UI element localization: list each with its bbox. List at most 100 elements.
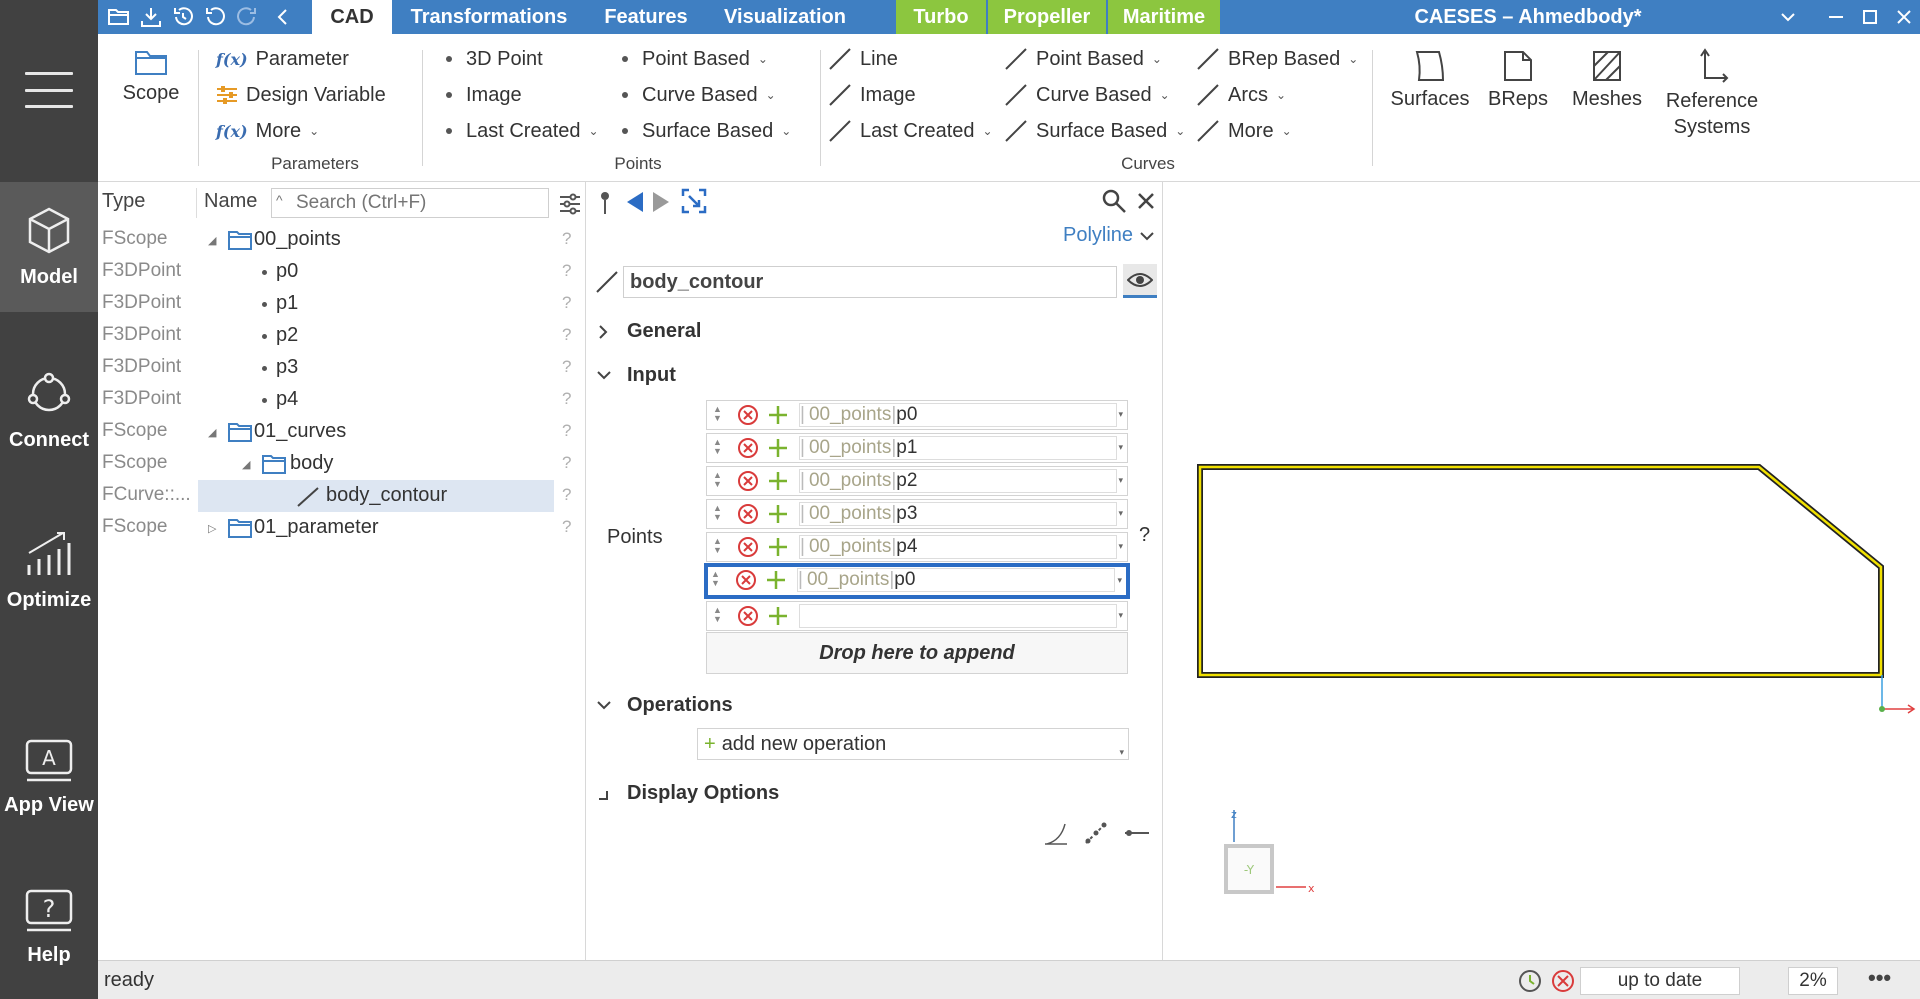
design-variable-button[interactable]: Design Variable: [216, 80, 386, 110]
point-reference-field[interactable]: | 00_points|p0: [799, 403, 1117, 427]
viewport-canvas[interactable]: z -Y x: [1164, 182, 1920, 960]
section-input[interactable]: Input: [595, 364, 676, 387]
sidebar-item-help[interactable]: ? Help: [0, 862, 98, 992]
reorder-handle-icon[interactable]: ▲ ▼: [713, 438, 722, 456]
reorder-handle-icon[interactable]: ▲ ▼: [713, 537, 722, 555]
tab-turbo[interactable]: Turbo: [896, 0, 986, 34]
object-name-field[interactable]: body_contour: [623, 266, 1117, 298]
curve-arcs-button[interactable]: Arcs ⌄: [1196, 80, 1286, 110]
breps-button[interactable]: BReps: [1480, 48, 1556, 111]
point-list-item-empty[interactable]: ▲ ▼ ▾: [706, 601, 1128, 631]
curve-curve-based-button[interactable]: Curve Based ⌄: [1004, 80, 1170, 110]
reorder-handle-icon[interactable]: ▲ ▼: [711, 570, 720, 588]
section-display-options[interactable]: Display Options: [595, 782, 779, 805]
expand-triangle-icon[interactable]: ◢: [208, 234, 216, 247]
tree-row[interactable]: FScope ▷ 01_parameter ?: [98, 512, 586, 544]
point-reference-field[interactable]: | 00_points|p0: [797, 568, 1115, 592]
add-operation-dropdown[interactable]: + add new operation ▾: [697, 728, 1129, 760]
update-clock-icon[interactable]: [1516, 967, 1544, 995]
expand-triangle-icon[interactable]: ◢: [208, 426, 216, 439]
filter-settings-icon[interactable]: [558, 192, 582, 216]
section-general[interactable]: General: [595, 320, 701, 343]
curve-point-based-button[interactable]: Point Based ⌄: [1004, 44, 1162, 74]
remove-icon[interactable]: [737, 437, 759, 459]
tree-row-selected[interactable]: FCurve::... body_contour ?: [98, 480, 586, 512]
point-curve-based-button[interactable]: Curve Based ⌄: [622, 80, 776, 110]
tree-row[interactable]: F3DPoint p1 ?: [98, 288, 586, 320]
curve-brep-based-button[interactable]: BRep Based ⌄: [1196, 44, 1358, 74]
add-icon[interactable]: [767, 503, 789, 525]
close-icon[interactable]: [1137, 192, 1155, 210]
point-list-item[interactable]: ▲ ▼ | 00_points|p3 ▾: [706, 499, 1128, 529]
point-list-item[interactable]: ▲ ▼ | 00_points|p2 ▾: [706, 466, 1128, 496]
point-list-item-selected[interactable]: ▲ ▼ | 00_points|p0 ▾: [704, 563, 1130, 599]
curve-more-button[interactable]: More ⌄: [1196, 116, 1292, 146]
pin-icon[interactable]: [597, 190, 613, 216]
help-icon[interactable]: ?: [562, 517, 571, 537]
point-reference-field[interactable]: | 00_points|p3: [799, 502, 1117, 526]
section-operations[interactable]: Operations: [595, 694, 733, 717]
tree-row[interactable]: F3DPoint p3 ?: [98, 352, 586, 384]
reorder-handle-icon[interactable]: ▲ ▼: [713, 606, 722, 624]
curvature-icon[interactable]: [1043, 820, 1069, 846]
direction-arrow-icon[interactable]: [1123, 822, 1151, 844]
dropdown-arrow-icon[interactable]: ▾: [1117, 575, 1122, 586]
back-icon[interactable]: [270, 4, 296, 30]
points-help-icon[interactable]: ?: [1139, 524, 1150, 547]
focus-select-icon[interactable]: [681, 188, 707, 214]
sidebar-item-optimize[interactable]: Optimize: [0, 505, 98, 635]
tree-row[interactable]: FScope ◢ 00_points ?: [98, 224, 586, 256]
curve-image-button[interactable]: Image: [828, 80, 916, 110]
add-icon[interactable]: [767, 536, 789, 558]
view-cube[interactable]: z -Y x: [1224, 808, 1315, 895]
column-header-name[interactable]: Name: [204, 190, 257, 213]
point-last-created-button[interactable]: Last Created ⌄: [446, 116, 599, 146]
tree-row[interactable]: F3DPoint p4 ?: [98, 384, 586, 416]
help-icon[interactable]: ?: [562, 261, 571, 281]
tab-maritime[interactable]: Maritime: [1108, 0, 1220, 34]
help-icon[interactable]: ?: [562, 389, 571, 409]
sidebar-item-connect[interactable]: Connect: [0, 345, 98, 475]
redo-icon[interactable]: [234, 4, 260, 30]
scope-button[interactable]: Scope: [118, 48, 184, 105]
add-icon[interactable]: [767, 437, 789, 459]
meshes-button[interactable]: Meshes: [1564, 48, 1650, 111]
parameter-more-button[interactable]: f(x) More ⌄: [216, 116, 319, 146]
remove-icon[interactable]: [737, 605, 759, 627]
cancel-icon[interactable]: [1550, 968, 1576, 994]
tree-row[interactable]: F3DPoint p2 ?: [98, 320, 586, 352]
curve-line-button[interactable]: Line: [828, 44, 898, 74]
add-icon[interactable]: [765, 569, 787, 591]
remove-icon[interactable]: [735, 569, 757, 591]
arrow-left-icon[interactable]: [625, 190, 645, 214]
help-icon[interactable]: ?: [562, 229, 571, 249]
point-reference-field[interactable]: [799, 604, 1117, 628]
point-image-button[interactable]: Image: [446, 80, 522, 110]
add-icon[interactable]: [767, 470, 789, 492]
point-list-item[interactable]: ▲ ▼ | 00_points|p1 ▾: [706, 433, 1128, 463]
reorder-handle-icon[interactable]: ▲ ▼: [713, 471, 722, 489]
undo-icon[interactable]: [202, 4, 228, 30]
curve-type-dropdown[interactable]: Polyline: [1063, 224, 1155, 247]
point-reference-field[interactable]: | 00_points|p4: [799, 535, 1117, 559]
collapsed-triangle-icon[interactable]: ▷: [208, 522, 216, 535]
add-icon[interactable]: [767, 404, 789, 426]
control-points-icon[interactable]: [1083, 820, 1109, 846]
point-list-item[interactable]: ▲ ▼ | 00_points|p0 ▾: [706, 400, 1128, 430]
tab-propeller[interactable]: Propeller: [988, 0, 1106, 34]
sidebar-item-model[interactable]: Model: [0, 182, 98, 312]
tab-features[interactable]: Features: [588, 0, 704, 34]
save-icon[interactable]: [138, 4, 164, 30]
reorder-handle-icon[interactable]: ▲ ▼: [713, 405, 722, 423]
reference-systems-button[interactable]: Reference Systems: [1654, 48, 1770, 140]
dropdown-arrow-icon[interactable]: ▾: [1118, 610, 1123, 621]
tree-row[interactable]: F3DPoint p0 ?: [98, 256, 586, 288]
dropdown-arrow-icon[interactable]: ▾: [1118, 475, 1123, 486]
expand-triangle-icon[interactable]: ◢: [242, 458, 250, 471]
point-reference-field[interactable]: | 00_points|p2: [799, 469, 1117, 493]
sidebar-item-app-view[interactable]: A App View: [0, 712, 98, 842]
tree-row[interactable]: FScope ◢ 01_curves ?: [98, 416, 586, 448]
help-icon[interactable]: ?: [562, 357, 571, 377]
remove-icon[interactable]: [737, 404, 759, 426]
3d-viewport[interactable]: z -Y x: [1164, 182, 1920, 960]
